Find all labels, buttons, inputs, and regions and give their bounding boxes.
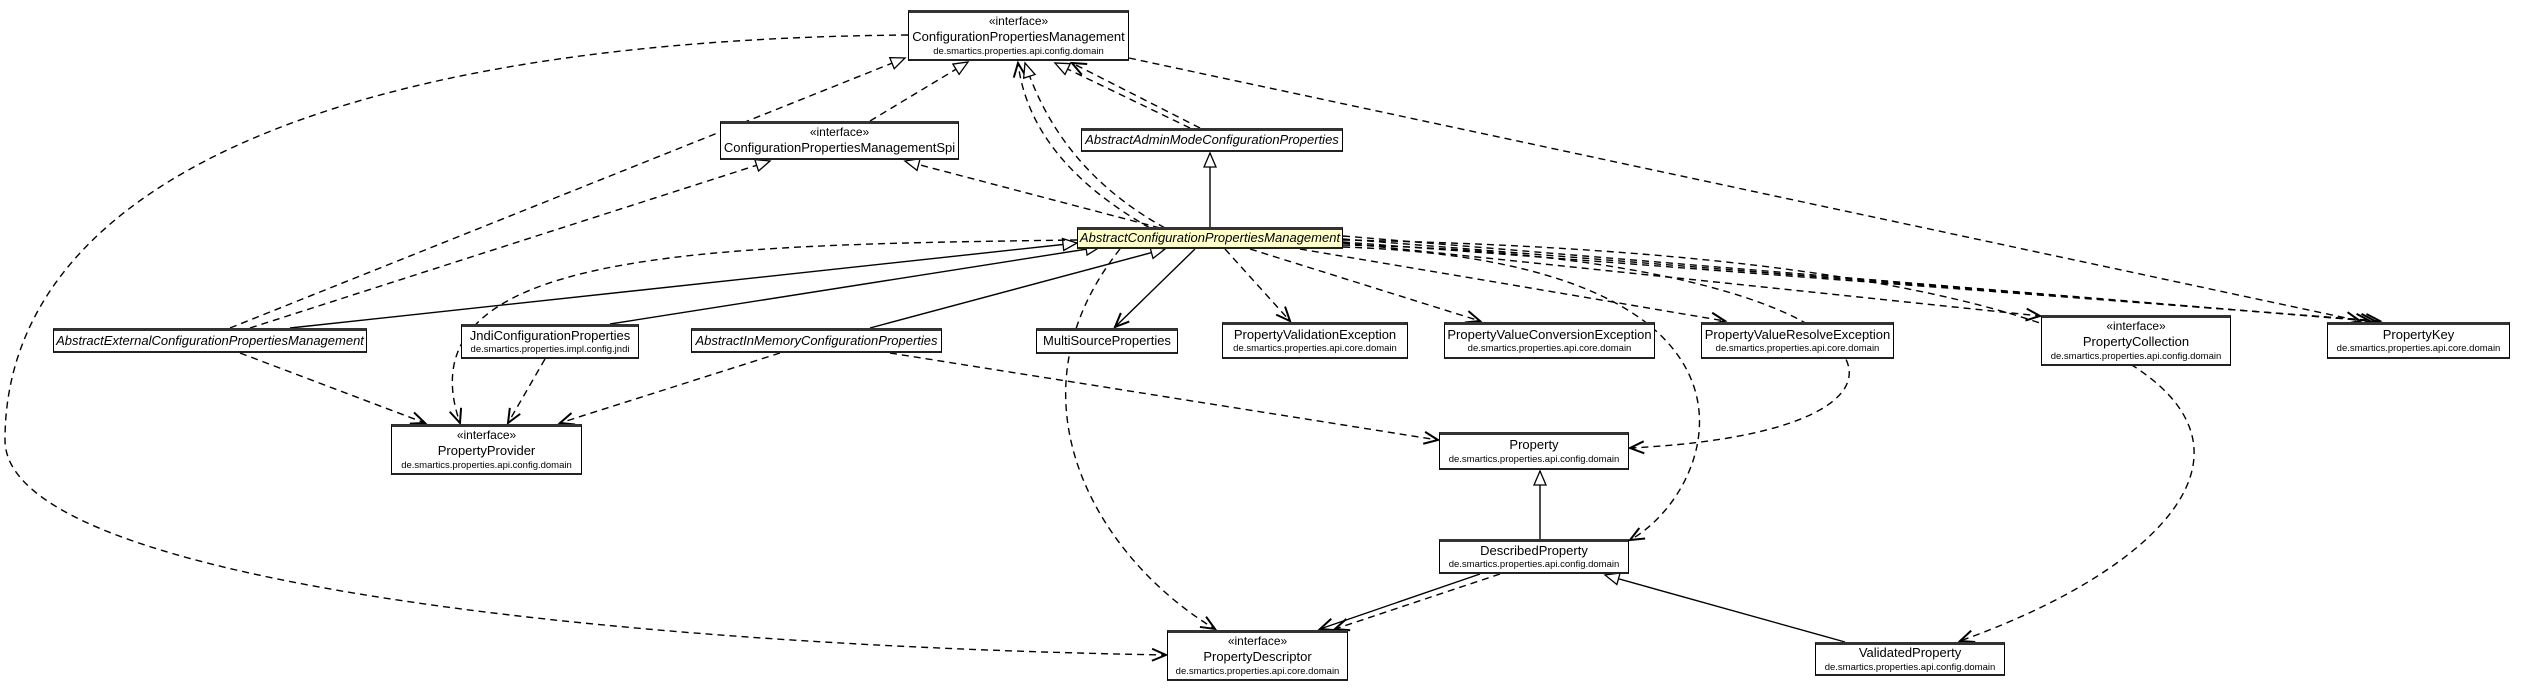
dependency-edge	[1065, 248, 1218, 631]
class-name: ConfigurationPropertiesManagement	[912, 29, 1125, 45]
package-name: de.smartics.properties.api.core.domain	[1175, 665, 1340, 677]
class-name: DescribedProperty	[1480, 542, 1588, 558]
node-abstract-external-configuration-properties-management[interactable]: AbstractExternalConfigurationPropertiesM…	[53, 328, 367, 353]
association-edge	[1113, 248, 1196, 329]
stereotype-label: «interface»	[1227, 634, 1288, 649]
class-name: PropertyCollection	[2082, 334, 2190, 350]
realization-edge	[1053, 62, 1191, 129]
node-property-value-conversion-exception[interactable]: PropertyValueConversionException de.smar…	[1444, 322, 1655, 359]
package-name: de.smartics.properties.api.config.domain	[1824, 661, 1996, 673]
dependency-edge	[1299, 248, 1728, 326]
dependency-edge	[1069, 61, 1201, 129]
dependency-edge	[239, 352, 428, 425]
package-name: de.smartics.properties.api.config.domain	[1448, 453, 1620, 465]
package-name: de.smartics.properties.api.core.domain	[2336, 343, 2501, 355]
node-property-collection[interactable]: «interface» PropertyCollection de.smarti…	[2041, 315, 2231, 366]
class-name: AbstractExternalConfigurationPropertiesM…	[56, 332, 364, 348]
node-property-validation-exception[interactable]: PropertyValidationException de.smartics.…	[1222, 322, 1408, 359]
dependency-edge	[1224, 248, 1292, 323]
generalization-edge	[1603, 572, 1846, 643]
class-name: PropertyValidationException	[1233, 326, 1397, 342]
stereotype-label: «interface»	[988, 14, 1049, 29]
node-jndi-configuration-properties[interactable]: JndiConfigurationProperties de.smartics.…	[461, 324, 639, 359]
node-validated-property[interactable]: ValidatedProperty de.smartics.properties…	[1815, 642, 2005, 676]
realization-edge	[869, 61, 970, 122]
node-described-property[interactable]: DescribedProperty de.smartics.properties…	[1439, 539, 1629, 574]
generalization-edge	[289, 237, 1079, 329]
class-name: Property	[1509, 437, 1559, 453]
class-name: ConfigurationPropertiesManagementSpi	[723, 140, 956, 156]
dependency-edge	[1342, 242, 2043, 322]
dependency-edge	[1342, 235, 2373, 327]
dependency-edge	[889, 352, 1441, 445]
dependency-edge	[1128, 57, 2363, 325]
dependency-edge	[557, 352, 781, 426]
node-property-key[interactable]: PropertyKey de.smartics.properties.api.c…	[2327, 322, 2510, 359]
node-property-provider[interactable]: «interface» PropertyProvider de.smartics…	[391, 424, 582, 475]
node-configuration-properties-management[interactable]: «interface» ConfigurationPropertiesManag…	[908, 10, 1129, 61]
package-name: de.smartics.properties.api.config.domain	[933, 45, 1104, 57]
package-name: de.smartics.properties.api.config.domain	[2050, 350, 2222, 362]
package-name: de.smartics.properties.impl.config.jndi	[470, 344, 630, 356]
stereotype-label: «interface»	[2106, 319, 2166, 334]
class-name: PropertyDescriptor	[1203, 649, 1312, 665]
class-name: JndiConfigurationProperties	[469, 327, 631, 343]
dependency-edge	[1332, 573, 1501, 632]
class-name: PropertyProvider	[437, 443, 536, 459]
package-name: de.smartics.properties.api.core.domain	[1715, 343, 1880, 355]
class-name: AbstractConfigurationPropertiesManagemen…	[1079, 230, 1341, 246]
node-property-value-resolve-exception[interactable]: PropertyValueResolveException de.smartic…	[1701, 322, 1894, 359]
class-name: PropertyValueResolveException	[1704, 326, 1891, 342]
package-name: de.smartics.properties.api.core.domain	[1233, 343, 1397, 355]
class-name: AbstractInMemoryConfigurationProperties	[695, 332, 938, 348]
package-name: de.smartics.properties.api.core.domain	[1467, 343, 1632, 355]
class-name: ValidatedProperty	[1858, 645, 1962, 661]
dependency-edge	[1342, 241, 2383, 327]
node-configuration-properties-management-spi[interactable]: «interface» ConfigurationPropertiesManag…	[720, 121, 959, 160]
class-name: MultiSourceProperties	[1043, 333, 1171, 349]
class-name: PropertyValueConversionException	[1447, 326, 1652, 342]
realization-edge	[903, 157, 1161, 229]
realization-edge	[249, 158, 772, 329]
association-edge	[1317, 573, 1481, 632]
node-abstract-configuration-properties-management[interactable]: AbstractConfigurationPropertiesManagemen…	[1077, 227, 1343, 249]
dependency-edge	[1342, 246, 1701, 542]
node-property-descriptor[interactable]: «interface» PropertyDescriptor de.smarti…	[1167, 630, 1348, 681]
node-property[interactable]: Property de.smartics.properties.api.conf…	[1439, 432, 1629, 470]
package-name: de.smartics.properties.api.config.domain	[1448, 559, 1620, 571]
class-name: PropertyKey	[2382, 326, 2455, 342]
package-name: de.smartics.properties.api.config.domain	[401, 459, 572, 471]
node-abstract-admin-mode-configuration-properties[interactable]: AbstractAdminModeConfigurationProperties	[1081, 128, 1343, 152]
node-multi-source-properties[interactable]: MultiSourceProperties	[1036, 328, 1178, 354]
dependency-edge	[506, 358, 546, 426]
class-name: AbstractAdminModeConfigurationProperties	[1085, 132, 1339, 148]
stereotype-label: «interface»	[809, 125, 870, 140]
stereotype-label: «interface»	[456, 428, 517, 443]
node-abstract-in-memory-configuration-properties[interactable]: AbstractInMemoryConfigurationProperties	[691, 328, 942, 353]
realization-edge	[229, 56, 907, 329]
